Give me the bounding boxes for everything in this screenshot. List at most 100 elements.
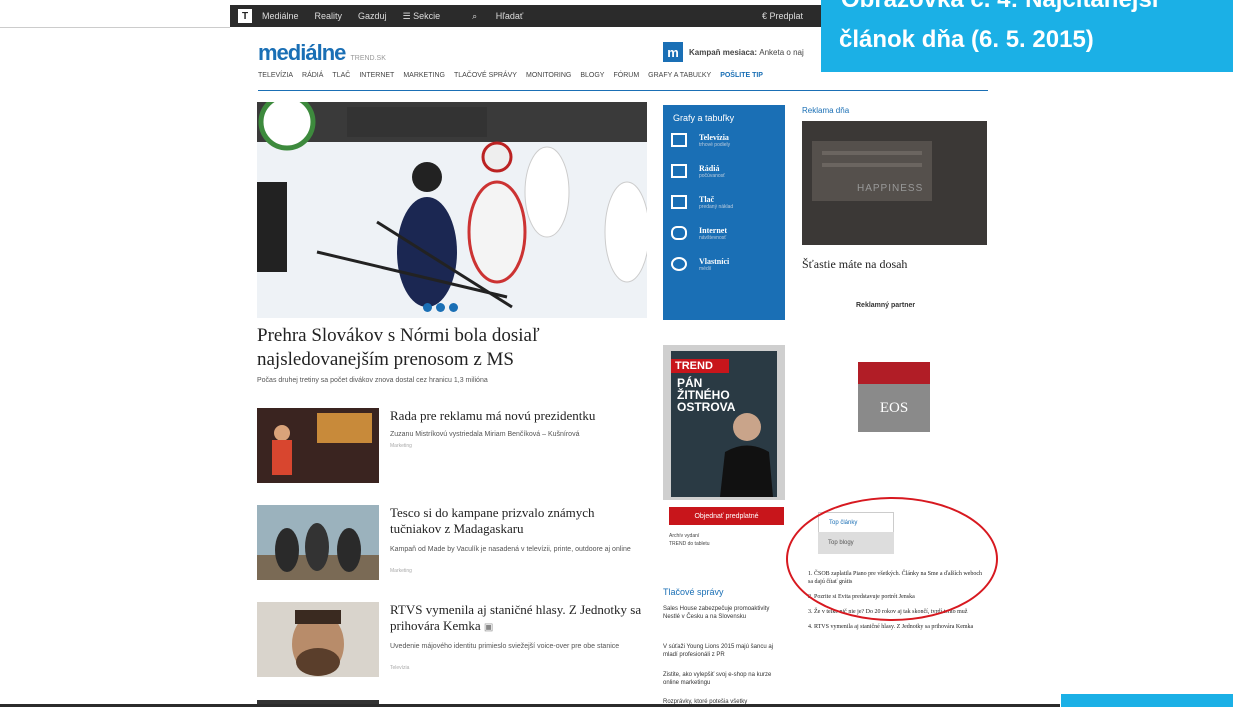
- order-subscription-button[interactable]: Objednať predplatné: [669, 507, 784, 525]
- book-icon: [671, 195, 687, 209]
- nav-televizia[interactable]: TELEVÍZIA: [258, 72, 293, 90]
- brand-name: mediálne: [258, 40, 346, 65]
- grafy-item-name: Televízia: [699, 133, 729, 142]
- ad-title: Reklama dňa: [802, 106, 850, 115]
- nav-poslite-tip[interactable]: POŠLITE TIP: [720, 72, 763, 90]
- grafy-item-name: Rádiá: [699, 164, 720, 173]
- site-logo[interactable]: mediálne TREND.SK: [258, 40, 386, 66]
- article-category[interactable]: Marketing: [390, 568, 412, 574]
- search-label: Hľadať: [495, 10, 524, 21]
- press-title[interactable]: Tlačové správy: [663, 587, 724, 597]
- nav-grafy[interactable]: GRAFY A TABUĽKY: [648, 72, 711, 90]
- grafy-item[interactable]: Tlač predaný náklad: [671, 195, 777, 210]
- slider-dot-1[interactable]: [423, 303, 432, 312]
- list-item[interactable]: 4. RTVS vymenila aj staničné hlasy. Z Je…: [808, 623, 988, 631]
- grafy-item-sub: návštevnosť: [699, 235, 727, 241]
- predplatne-label: Predplat: [769, 11, 803, 21]
- topnav-medialne[interactable]: Mediálne: [262, 11, 299, 21]
- eos-logo-band: [858, 362, 930, 384]
- main-nav: TELEVÍZIA RÁDIÁ TLAČ INTERNET MARKETING …: [258, 72, 988, 91]
- archive-link[interactable]: Archív vydaní: [669, 532, 710, 540]
- article-desc: Zuzanu Mistríkovú vystriedala Miriam Ben…: [390, 431, 580, 438]
- brand-tag: TREND.SK: [350, 55, 386, 62]
- topnav-reality[interactable]: Reality: [315, 11, 343, 21]
- grafy-item[interactable]: Rádiá počúvanosť: [671, 164, 777, 179]
- person-icon: [671, 257, 687, 271]
- article-thumb-1: [257, 408, 379, 483]
- article-category[interactable]: Marketing: [390, 443, 412, 449]
- campaign-banner[interactable]: m Kampaň mesiaca: Anketa o naj: [663, 42, 804, 62]
- grafy-item-sub: trhové podiely: [699, 142, 731, 148]
- topnav-sekcie[interactable]: ☰ Sekcie: [403, 11, 457, 22]
- article-thumb-3: [257, 602, 379, 677]
- grafy-item[interactable]: Televízia trhové podiely: [671, 133, 777, 148]
- grafy-title[interactable]: Grafy a tabuľky: [673, 113, 775, 123]
- hockey-photo: [257, 102, 647, 318]
- topnav-search[interactable]: ⌕ Hľadať: [472, 11, 539, 22]
- slider-dot-2[interactable]: [436, 303, 445, 312]
- trend-magazine[interactable]: TREND PÁN ŽITNÉHO OSTROVA: [663, 345, 785, 500]
- topnav-predplatne[interactable]: € Predplat: [762, 11, 819, 21]
- grafy-item-sub: médií: [699, 266, 712, 272]
- article-title[interactable]: Tesco si do kampane prizvalo známych tuč…: [390, 505, 647, 537]
- article-title[interactable]: Rada pre reklamu má novú prezidentku: [390, 408, 647, 424]
- grafy-item[interactable]: Internet návštevnosť: [671, 226, 777, 241]
- search-icon: ⌕: [472, 10, 478, 21]
- press-item[interactable]: Zistite, ako vylepšiť svoj e-shop na kur…: [663, 671, 788, 687]
- eos-logo[interactable]: EOS: [858, 362, 930, 432]
- ad-image[interactable]: HAPPINESS: [802, 121, 987, 245]
- mouse-icon: [671, 226, 687, 240]
- nav-tlacove-spravy[interactable]: TLAČOVÉ SPRÁVY: [454, 72, 517, 90]
- nav-blogy[interactable]: BLOGY: [580, 72, 604, 90]
- sekcie-label: Sekcie: [413, 10, 441, 21]
- nav-monitoring[interactable]: MONITORING: [526, 72, 571, 90]
- grafy-box: Grafy a tabuľky Televízia trhové podiely …: [663, 105, 785, 320]
- nav-forum[interactable]: FÓRUM: [613, 72, 639, 90]
- annotation-circle: [786, 497, 998, 621]
- article-item[interactable]: RTVS vymenila aj staničné hlasy. Z Jedno…: [257, 602, 647, 677]
- hero-image[interactable]: [257, 102, 647, 318]
- annotation-callout: Obrazovka č. 4: Najčítanejší článok dňa …: [821, 0, 1233, 72]
- video-icon: ▣: [483, 622, 494, 633]
- top-bar-line: [0, 5, 230, 28]
- nav-marketing[interactable]: MARKETING: [403, 72, 445, 90]
- article-item[interactable]: Rada pre reklamu má novú prezidentku Zuz…: [257, 408, 647, 483]
- cover-headline: PÁN ŽITNÉHO OSTROVA: [677, 376, 736, 414]
- grafy-item-name: Vlastníci: [699, 257, 730, 266]
- magazine-links: Archív vydaní TREND do tabletu: [669, 532, 710, 548]
- cover-portrait: [720, 413, 773, 497]
- article-desc: Kampaň od Made by Vaculík je nasadená v …: [390, 546, 631, 553]
- annotation-corner: [1061, 694, 1233, 707]
- press-item[interactable]: Sales House zabezpečuje promoaktivity Ne…: [663, 605, 788, 621]
- article-desc: Uvedenie májového identitu primieslo svi…: [390, 643, 620, 650]
- grafy-item-name: Internet: [699, 226, 727, 235]
- nav-tlac[interactable]: TLAČ: [332, 72, 350, 90]
- grafy-item-sub: počúvanosť: [699, 173, 726, 179]
- campaign-label: Kampaň mesiaca:: [689, 47, 758, 57]
- slider-dot-3[interactable]: [449, 303, 458, 312]
- campaign-logo-icon: m: [663, 42, 683, 62]
- ad-image-text: HAPPINESS: [857, 183, 924, 194]
- nav-radia[interactable]: RÁDIÁ: [302, 72, 323, 90]
- magazine-cover: TREND PÁN ŽITNÉHO OSTROVA: [671, 351, 777, 497]
- article-title[interactable]: RTVS vymenila aj staničné hlasy. Z Jedno…: [390, 602, 647, 636]
- trend-logo-icon[interactable]: T: [238, 9, 252, 23]
- article-thumb-2: [257, 505, 379, 580]
- article-title-text: RTVS vymenila aj staničné hlasy. Z Jedno…: [390, 602, 642, 633]
- tv-icon: [671, 133, 687, 147]
- callout-line1: Obrazovka č. 4: Najčítanejší: [841, 0, 1158, 14]
- article-category[interactable]: Televízia: [390, 665, 409, 671]
- slider-dots: [423, 303, 458, 312]
- ad-caption[interactable]: Šťastie máte na dosah: [802, 257, 907, 272]
- hero-headline[interactable]: Prehra Slovákov s Nórmi bola dosiaľ najs…: [257, 324, 647, 372]
- tablet-link[interactable]: TREND do tabletu: [669, 540, 710, 548]
- nav-internet[interactable]: INTERNET: [359, 72, 394, 90]
- partner-label: Reklamný partner: [856, 302, 916, 309]
- callout-line2: článok dňa (6. 5. 2015): [839, 26, 1094, 53]
- grafy-item[interactable]: Vlastníci médií: [671, 257, 777, 272]
- eos-logo-text: EOS: [879, 400, 909, 416]
- campaign-text: Anketa o naj: [759, 47, 804, 57]
- press-item[interactable]: V súťaži Young Lions 2015 majú šancu aj …: [663, 643, 788, 659]
- article-item[interactable]: Tesco si do kampane prizvalo známych tuč…: [257, 505, 647, 580]
- topnav-gazduj[interactable]: Gazduj: [358, 11, 387, 21]
